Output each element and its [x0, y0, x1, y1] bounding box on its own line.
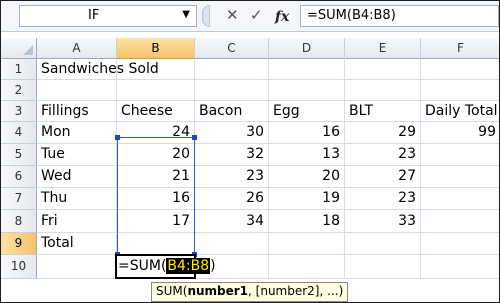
formula-bar: IF ▼ ✕ ✓ fx =SUM(B4:B8) — [1, 1, 499, 32]
cell-c2[interactable] — [195, 80, 269, 101]
cell-e6[interactable]: 27 — [345, 166, 421, 188]
cell-a10[interactable] — [37, 255, 117, 279]
cell-c7[interactable]: 26 — [195, 188, 269, 210]
column-header-f[interactable]: F — [421, 38, 499, 59]
corner-triangle-icon — [23, 45, 33, 55]
row-header-5[interactable]: 5 — [1, 144, 37, 166]
tooltip-current-arg[interactable]: number1 — [187, 284, 248, 298]
cell-c6[interactable]: 23 — [195, 166, 269, 188]
formula-input[interactable]: =SUM(B4:B8) — [300, 5, 499, 27]
cell-c8[interactable]: 34 — [195, 210, 269, 233]
cell-d8[interactable]: 18 — [269, 210, 345, 233]
cell-f4[interactable]: 99 — [421, 122, 499, 144]
cell-e3[interactable]: BLT — [345, 101, 421, 122]
cell-a5[interactable]: Tue — [37, 144, 117, 166]
row-header-9[interactable]: 9 — [1, 233, 37, 255]
cell-e2[interactable] — [345, 80, 421, 101]
cell-c9[interactable] — [195, 233, 269, 255]
formula-text: =SUM(B4:B8) — [307, 8, 396, 23]
cell-d9[interactable] — [269, 233, 345, 255]
cell-b6[interactable]: 21 — [117, 166, 195, 188]
cell-b4[interactable]: 24 — [117, 122, 195, 144]
name-box-value: IF — [88, 8, 100, 23]
cell-f6[interactable] — [421, 166, 499, 188]
chevron-down-icon[interactable]: ▼ — [182, 9, 190, 20]
column-header-b[interactable]: B — [117, 38, 195, 59]
cancel-icon[interactable]: ✕ — [226, 6, 239, 24]
cell-d6[interactable]: 20 — [269, 166, 345, 188]
cell-f8[interactable] — [421, 210, 499, 233]
cell-a3[interactable]: Fillings — [37, 101, 117, 122]
column-header-e[interactable]: E — [345, 38, 421, 59]
cell-d10[interactable] — [269, 255, 345, 279]
cell-a8[interactable]: Fri — [37, 210, 117, 233]
cell-c3[interactable]: Bacon — [195, 101, 269, 122]
row-header-4[interactable]: 4 — [1, 122, 37, 144]
name-box[interactable]: IF ▼ — [19, 5, 197, 27]
tooltip-fn: SUM( — [156, 284, 188, 298]
spreadsheet-window: IF ▼ ✕ ✓ fx =SUM(B4:B8) ABCDEF 123456789… — [0, 0, 500, 303]
cell-f7[interactable] — [421, 188, 499, 210]
cell-d7[interactable]: 19 — [269, 188, 345, 210]
cell-b1[interactable] — [117, 59, 195, 80]
cell-f2[interactable] — [421, 80, 499, 101]
cell-e9[interactable] — [345, 233, 421, 255]
cell-d1[interactable] — [269, 59, 345, 80]
row-header-10[interactable]: 10 — [1, 255, 37, 279]
column-header-a[interactable]: A — [37, 38, 117, 59]
cell-b7[interactable]: 16 — [117, 188, 195, 210]
row-header-1[interactable]: 1 — [1, 59, 37, 80]
cell-b9[interactable] — [117, 233, 195, 255]
tooltip-rest: , [number2], ...) — [248, 284, 344, 298]
cell-f5[interactable] — [421, 144, 499, 166]
cell-d3[interactable]: Egg — [269, 101, 345, 122]
row-header-8[interactable]: 8 — [1, 210, 37, 233]
function-tooltip: SUM(number1, [number2], ...) — [151, 282, 349, 302]
cell-f9[interactable] — [421, 233, 499, 255]
row-header-7[interactable]: 7 — [1, 188, 37, 210]
row-header-6[interactable]: 6 — [1, 166, 37, 188]
formula-range-ref: B4:B8 — [166, 258, 211, 274]
cell-e8[interactable]: 33 — [345, 210, 421, 233]
formula-suffix: ) — [210, 258, 216, 274]
fx-icon: fx — [275, 9, 290, 25]
cell-f1[interactable] — [421, 59, 499, 80]
cell-f3[interactable]: Daily Total — [421, 101, 499, 122]
cell-e7[interactable]: 23 — [345, 188, 421, 210]
cell-e1[interactable] — [345, 59, 421, 80]
column-header-d[interactable]: D — [269, 38, 345, 59]
cell-b8[interactable]: 17 — [117, 210, 195, 233]
cell-f10[interactable] — [421, 255, 499, 279]
cell-d4[interactable]: 16 — [269, 122, 345, 144]
row-header-2[interactable]: 2 — [1, 80, 37, 101]
cell-c1[interactable] — [195, 59, 269, 80]
cell-a7[interactable]: Thu — [37, 188, 117, 210]
formula-bar-grip[interactable] — [202, 5, 210, 27]
cell-a9[interactable]: Total — [37, 233, 117, 255]
formula-prefix: =SUM( — [118, 258, 167, 274]
cell-b5[interactable]: 20 — [117, 144, 195, 166]
cell-b2[interactable] — [117, 80, 195, 101]
cell-a1[interactable]: Sandwiches Sold — [37, 59, 159, 80]
cell-c5[interactable]: 32 — [195, 144, 269, 166]
cell-a2[interactable] — [37, 80, 117, 101]
cell-a6[interactable]: Wed — [37, 166, 117, 188]
column-header-c[interactable]: C — [195, 38, 269, 59]
cell-e10[interactable] — [345, 255, 421, 279]
cell-e4[interactable]: 29 — [345, 122, 421, 144]
cell-d2[interactable] — [269, 80, 345, 101]
select-all-corner[interactable] — [1, 38, 37, 59]
insert-function-button[interactable]: fx — [275, 6, 289, 25]
cell-e5[interactable]: 23 — [345, 144, 421, 166]
row-header-3[interactable]: 3 — [1, 101, 37, 122]
enter-check-icon[interactable]: ✓ — [250, 6, 263, 24]
in-cell-formula: =SUM(B4:B8) — [118, 257, 216, 275]
cell-d5[interactable]: 13 — [269, 144, 345, 166]
cell-c4[interactable]: 30 — [195, 122, 269, 144]
cell-b3[interactable]: Cheese — [117, 101, 195, 122]
cell-a4[interactable]: Mon — [37, 122, 117, 144]
